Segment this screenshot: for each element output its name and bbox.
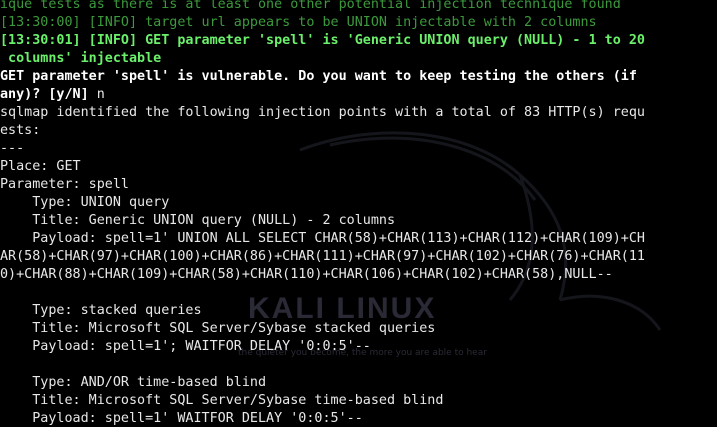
terminal-line: columns' injectable bbox=[0, 51, 162, 66]
terminal-line: AR(58)+CHAR(97)+CHAR(100)+CHAR(86)+CHAR(… bbox=[0, 249, 645, 264]
terminal-line: 0)+CHAR(88)+CHAR(109)+CHAR(58)+CHAR(110)… bbox=[0, 267, 613, 282]
terminal-line: Type: UNION query bbox=[0, 195, 170, 210]
user-answer: n bbox=[96, 87, 105, 102]
terminal-line: [13:30:01] [INFO] GET parameter 'spell' … bbox=[0, 33, 645, 48]
terminal-line: Payload: spell=1'; WAITFOR DELAY '0:0:5'… bbox=[0, 339, 371, 354]
terminal-line: GET parameter 'spell' is vulnerable. Do … bbox=[0, 69, 637, 84]
terminal-line: Title: Microsoft SQL Server/Sybase stack… bbox=[0, 321, 436, 336]
terminal-line: Title: Microsoft SQL Server/Sybase time-… bbox=[0, 393, 444, 408]
terminal-line: ique tests as there is at least one othe… bbox=[0, 0, 621, 12]
terminal-line: Title: Generic UNION query (NULL) - 2 co… bbox=[0, 213, 396, 228]
terminal-line: sqlmap identified the following injectio… bbox=[0, 105, 645, 120]
terminal-line: Place: GET bbox=[0, 159, 81, 174]
terminal-line: Parameter: spell bbox=[0, 177, 129, 192]
terminal-output[interactable]: ique tests as there is at least one othe… bbox=[0, 0, 717, 427]
terminal-line: Payload: spell=1' UNION ALL SELECT CHAR(… bbox=[0, 231, 645, 246]
terminal-line: Payload: spell=1' WAITFOR DELAY '0:0:5'-… bbox=[0, 411, 363, 426]
terminal-line: ests: bbox=[0, 123, 41, 138]
terminal-line: Type: stacked queries bbox=[0, 303, 202, 318]
terminal-line: Type: AND/OR time-based blind bbox=[0, 375, 267, 390]
terminal-line: any)? [y/N] n bbox=[0, 87, 105, 102]
terminal-line: [13:30:00] [INFO] target url appears to … bbox=[0, 15, 597, 30]
terminal-line: --- bbox=[0, 141, 25, 156]
